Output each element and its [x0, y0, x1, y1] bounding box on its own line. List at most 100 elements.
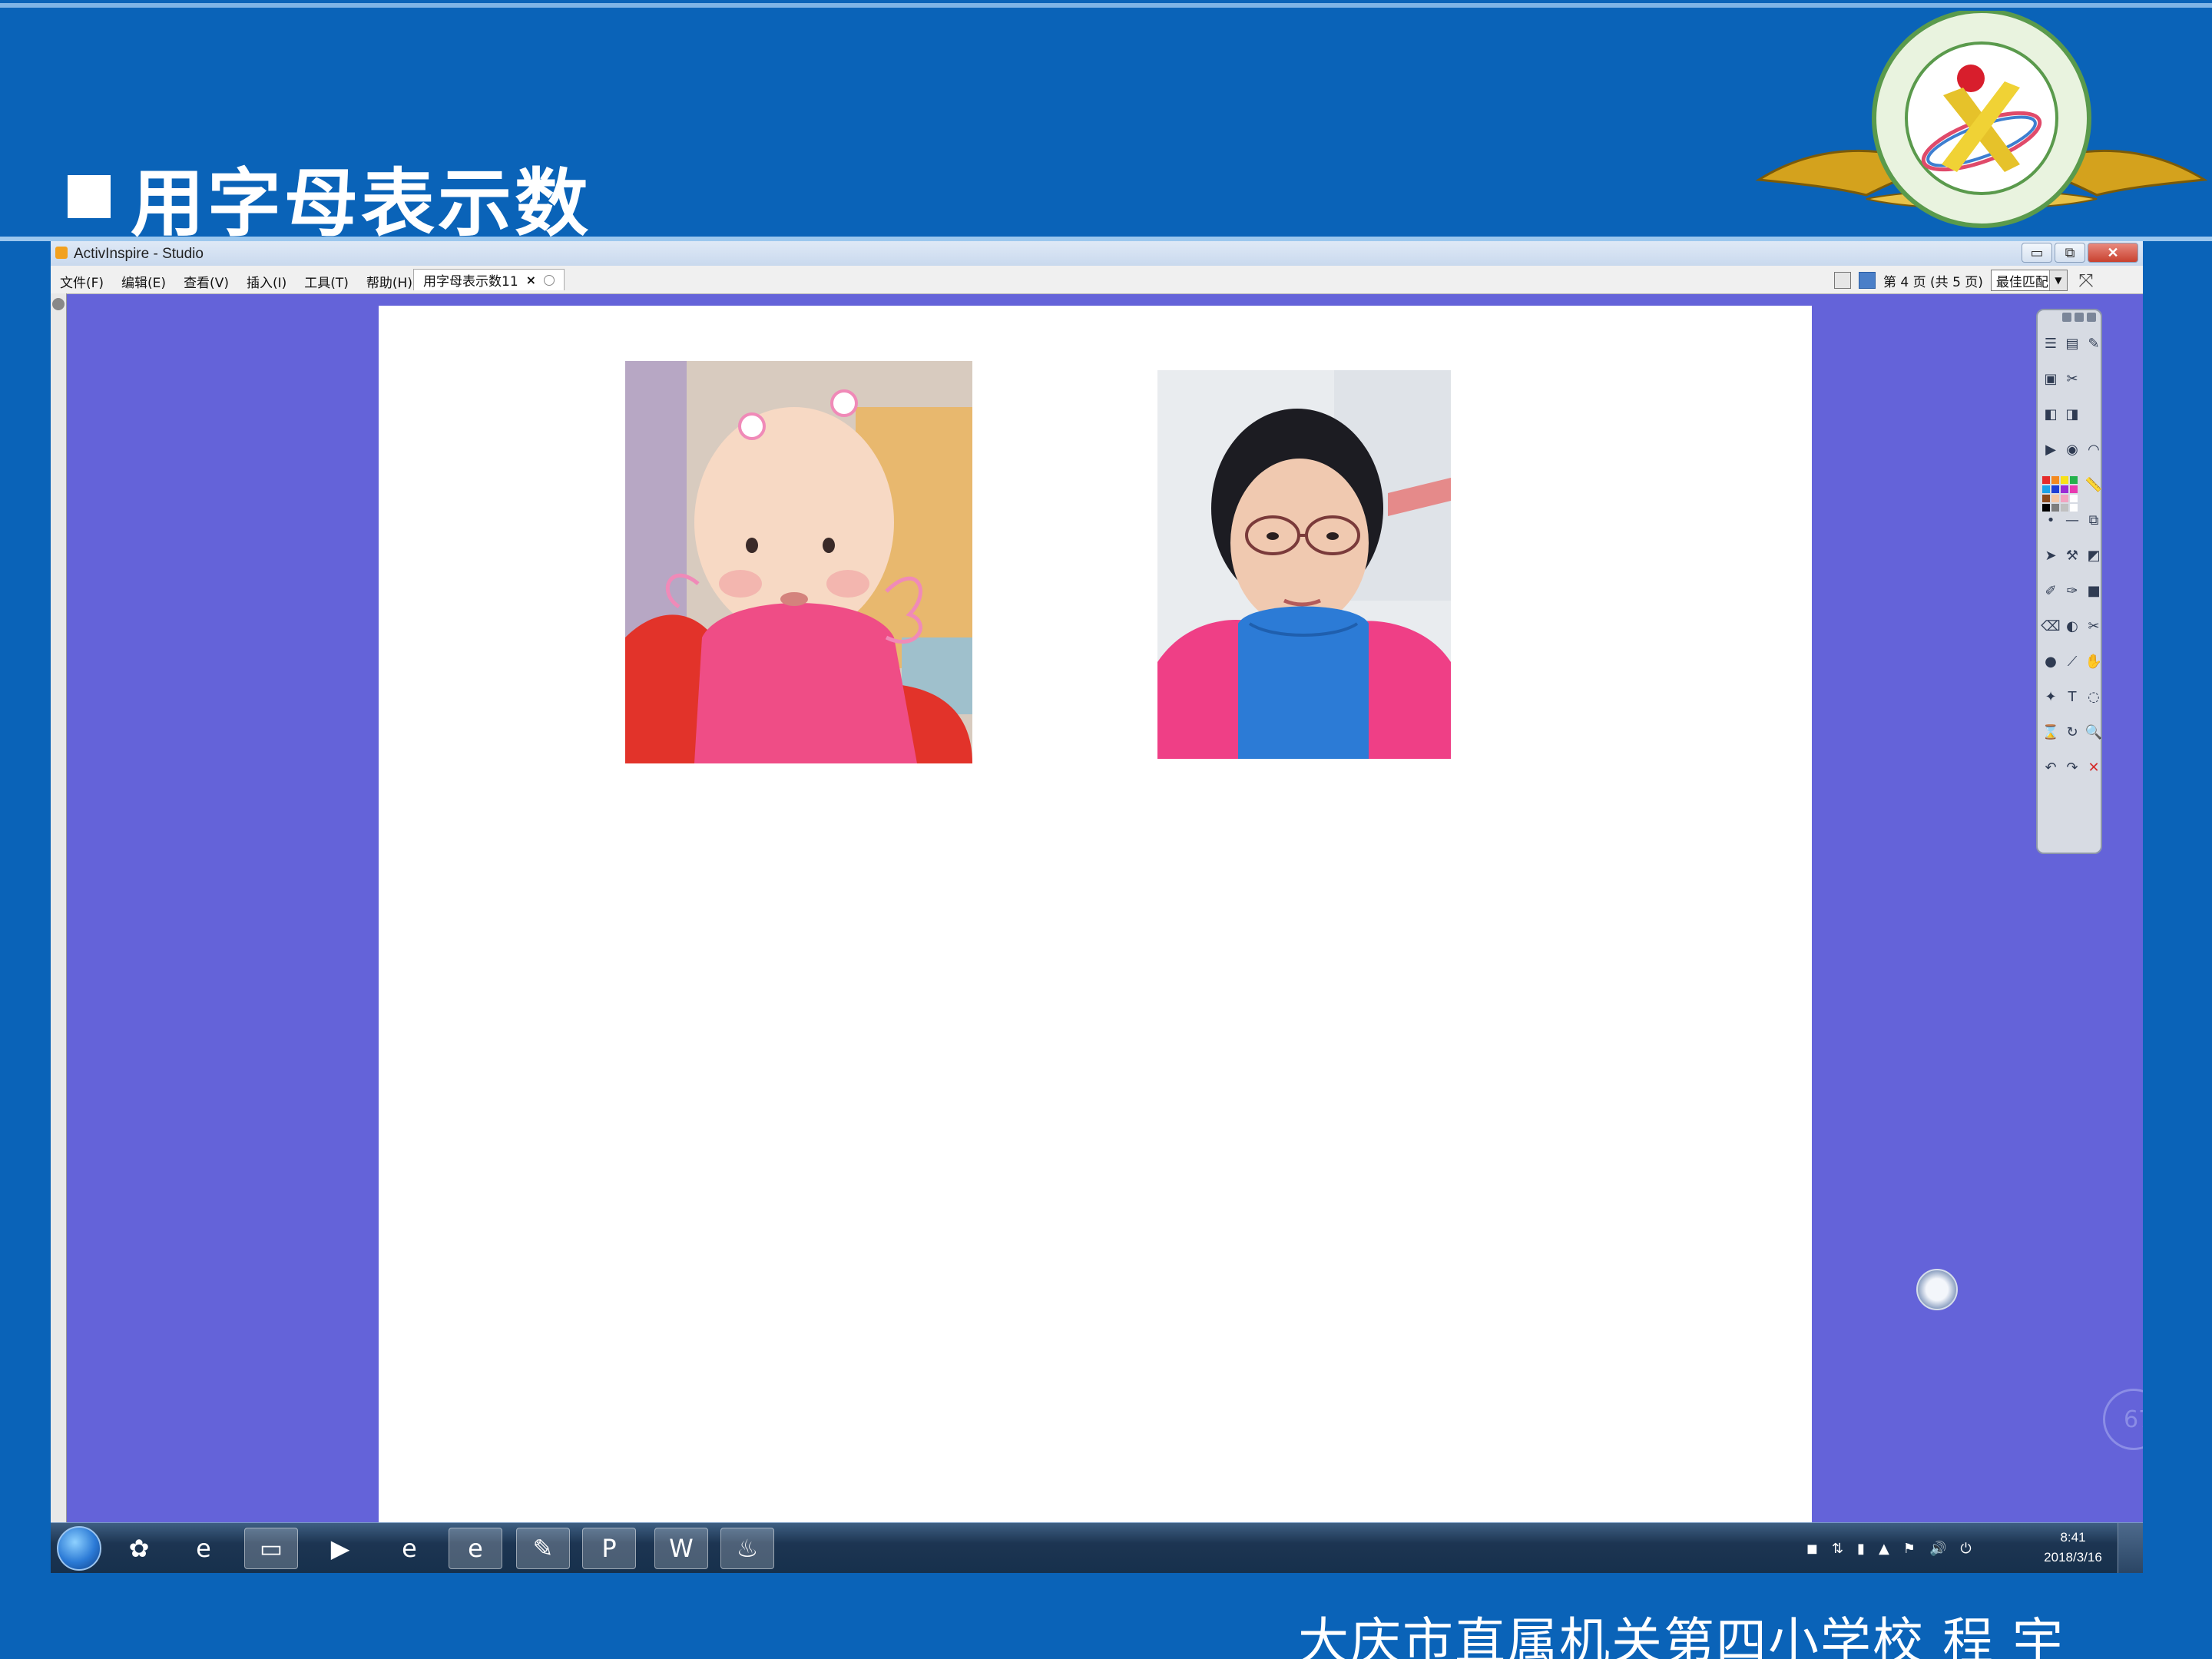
header-accent-line	[0, 3, 2212, 8]
toolbox-settings-icon[interactable]	[2075, 313, 2084, 322]
spotlight-icon[interactable]: ◌	[2085, 688, 2102, 705]
slide-title-text: 用字母表示数	[131, 160, 591, 247]
zoom-select[interactable]: 最佳匹配 ▼	[1990, 270, 2068, 291]
windows-taskbar: ✿ e ▭ ▶ e e ✎ P W ♨ ◼ ⇅ ▮ ▲ ⚑ 🔊 ⏻ 8:41 2…	[51, 1522, 2143, 1573]
ruler-icon[interactable]: 📏	[2085, 476, 2102, 493]
taskbar-activinspire-icon[interactable]: ✎	[516, 1528, 570, 1569]
menu-tools[interactable]: 工具(T)	[304, 272, 349, 291]
cut-icon[interactable]: ✂	[2085, 618, 2102, 634]
taskbar-media-icon[interactable]: ▶	[313, 1528, 367, 1569]
photo-baby[interactable]	[625, 361, 972, 763]
color-palette[interactable]	[2042, 476, 2078, 512]
taskbar-ie-icon-3[interactable]: e	[449, 1528, 502, 1569]
restore-button[interactable]: ⧉	[2055, 243, 2085, 263]
clock-time: 8:41	[2060, 1530, 2086, 1545]
toolbox-close-icon[interactable]	[2087, 313, 2096, 322]
menu-edit[interactable]: 编辑(E)	[121, 272, 166, 291]
taskbar-app-icon-2[interactable]: ♨	[720, 1528, 774, 1569]
toolbox-header[interactable]	[2038, 310, 2101, 327]
taskbar-powerpoint-icon[interactable]: P	[582, 1528, 636, 1569]
connector-icon[interactable]: ⟋	[2064, 653, 2081, 670]
chevron-down-icon[interactable]: ▼	[2048, 270, 2067, 290]
window-titlebar[interactable]: ActivInspire - Studio ▭ ⧉ ✕	[51, 241, 2143, 266]
school-logo	[1755, 11, 2208, 228]
designer-mode-icon[interactable]: ✎	[2085, 335, 2102, 352]
fullscreen-icon[interactable]: ⤧	[2075, 270, 2097, 291]
menubar: 文件(F) 编辑(E) 查看(V) 插入(I) 工具(T) 帮助(H) 用字母表…	[51, 266, 2143, 294]
blank-tool-icon-3	[2064, 476, 2081, 493]
eraser-icon[interactable]: ⌫	[2041, 618, 2060, 634]
duplicate-icon[interactable]: ⧉	[2085, 512, 2102, 528]
fill-icon[interactable]: ◐	[2064, 618, 2081, 634]
flipchart-page[interactable]	[379, 306, 1812, 1524]
document-tab[interactable]: 用字母表示数11 ×	[413, 269, 565, 290]
camera-icon[interactable]: ◩	[2085, 547, 2102, 564]
photo-baby-image	[625, 361, 972, 763]
show-desktop-button[interactable]	[2118, 1523, 2143, 1573]
taskbar-word-icon[interactable]: W	[654, 1528, 708, 1569]
menu-file[interactable]: 文件(F)	[60, 272, 104, 291]
taskbar-explorer-icon[interactable]: ▭	[244, 1528, 298, 1569]
menu-insert[interactable]: 插入(I)	[247, 272, 286, 291]
action-center-icon[interactable]: ⚑	[1903, 1541, 1916, 1557]
desktop-annotate-icon[interactable]: ◉	[2064, 441, 2081, 458]
start-button[interactable]	[57, 1526, 101, 1571]
taskbar-ie-icon-2[interactable]: e	[382, 1528, 436, 1569]
toolbox-pin-icon[interactable]	[2062, 313, 2071, 322]
desktop-tools-icon[interactable]	[1916, 1269, 1958, 1310]
browsers-icon[interactable]: ▤	[2064, 335, 2081, 352]
page-counter: 第 4 页 (共 5 页)	[1883, 274, 1983, 290]
show-hidden-icons-icon[interactable]: ▲	[1879, 1541, 1889, 1557]
pen-width-slider[interactable]: —	[2064, 512, 2081, 528]
taskbar-ie-icon[interactable]: e	[177, 1528, 230, 1569]
pen-icon[interactable]: ✐	[2042, 582, 2059, 599]
zoom-value: 最佳匹配	[1995, 274, 2048, 290]
battery-icon[interactable]: ▮	[1857, 1541, 1865, 1557]
main-toolbox[interactable]: ☰ ▤ ✎ ▣ ✂ ◧ ◨ ▶ ◉ ◠ 📏 • — ⧉ ➤ ⚒ ◩ ✐ ✑ ■ …	[2036, 309, 2102, 854]
page-browser-icon[interactable]	[1834, 272, 1851, 289]
blank-tool-icon	[2085, 370, 2102, 387]
photo-woman[interactable]	[1157, 370, 1451, 759]
tools-menu-icon[interactable]: ⚒	[2064, 547, 2081, 564]
redo-icon[interactable]: ↷	[2064, 759, 2081, 776]
highlighter-icon[interactable]: ✑	[2064, 582, 2081, 599]
shape-icon[interactable]: ●	[2042, 653, 2059, 670]
power-icon[interactable]: ⏻	[1960, 1541, 1971, 1557]
pin-icon[interactable]	[52, 298, 65, 310]
zoom-icon[interactable]: 🔍	[2085, 724, 2102, 740]
network-icon[interactable]: ⇅	[1832, 1541, 1843, 1557]
previous-page-icon[interactable]: ◧	[2042, 406, 2059, 422]
document-tab-label: 用字母表示数11	[423, 274, 518, 290]
close-button[interactable]: ✕	[2088, 243, 2138, 263]
tab-options-icon[interactable]	[544, 274, 555, 286]
document-tab-close[interactable]: ×	[526, 273, 536, 287]
main-menu-icon[interactable]: ☰	[2042, 335, 2059, 352]
footer-school-name: 大庆市直属机关第四小学校 程 宇	[1298, 1612, 2065, 1659]
taskbar-clock[interactable]: 8:41 2018/3/16	[2038, 1528, 2108, 1568]
resource-browser-icon[interactable]	[1859, 272, 1876, 289]
clear-icon[interactable]: ⌛	[2042, 724, 2059, 740]
language-icon[interactable]: ◼	[1806, 1541, 1818, 1557]
save-icon[interactable]: ■	[2085, 582, 2102, 599]
volume-icon[interactable]: 🔊	[1929, 1541, 1946, 1557]
undo-icon[interactable]: ↶	[2042, 759, 2059, 776]
text-icon[interactable]: T	[2064, 688, 2081, 705]
taskbar-app-icon-1[interactable]: ✿	[112, 1528, 166, 1569]
select-icon[interactable]: ➤	[2042, 547, 2059, 564]
play-icon[interactable]: ▶	[2042, 441, 2059, 458]
close-toolbox-icon[interactable]: ✕	[2085, 759, 2102, 776]
window-title: ActivInspire - Studio	[74, 246, 204, 262]
reset-page-icon[interactable]: ↻	[2064, 724, 2081, 740]
open-flipchart-icon[interactable]: ▣	[2042, 370, 2059, 387]
tools-icon[interactable]: ✂	[2064, 370, 2081, 387]
menu-view[interactable]: 查看(V)	[184, 272, 229, 291]
pen-width-icon[interactable]: •	[2042, 512, 2059, 528]
hand-icon[interactable]: ✋	[2085, 653, 2102, 670]
browser-collapsed-strip[interactable]	[51, 293, 67, 1573]
protractor-icon[interactable]: ◠	[2085, 441, 2102, 458]
minimize-button[interactable]: ▭	[2022, 243, 2052, 263]
next-page-icon[interactable]: ◨	[2064, 406, 2081, 422]
magic-ink-icon[interactable]: ✦	[2042, 688, 2059, 705]
activinspire-window: ActivInspire - Studio ▭ ⧉ ✕ 文件(F) 编辑(E) …	[51, 241, 2143, 1573]
menu-help[interactable]: 帮助(H)	[366, 272, 412, 291]
